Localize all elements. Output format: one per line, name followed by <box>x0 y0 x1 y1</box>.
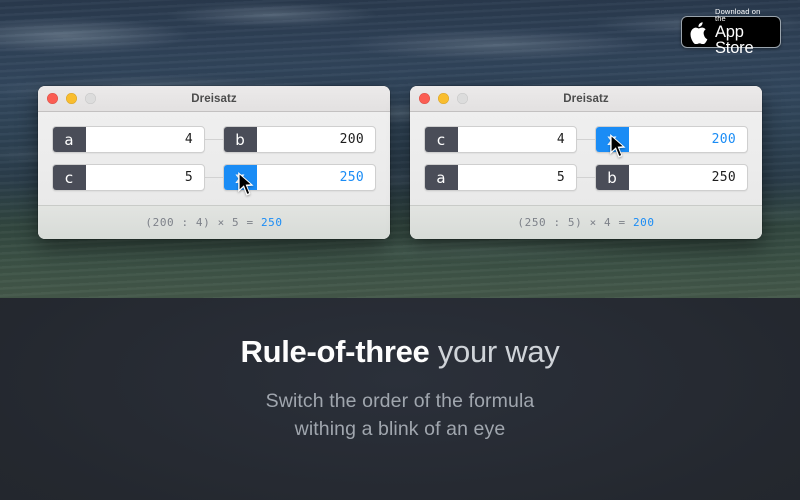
field-value-b[interactable]: 250 <box>629 165 747 190</box>
field-c[interactable]: c 5 <box>52 164 205 191</box>
field-a[interactable]: a 4 <box>52 126 205 153</box>
field-value-c[interactable]: 5 <box>86 165 204 190</box>
window-titlebar[interactable]: Dreisatz <box>410 86 762 112</box>
formula-readout: (200 : 4) × 5 = 250 <box>145 216 282 229</box>
formula-row-2: c 5 x 250 <box>52 164 376 191</box>
field-b[interactable]: b 250 <box>595 164 748 191</box>
field-label-x[interactable]: x <box>596 127 629 152</box>
window-body: a 4 b 200 c 5 x 250 <box>38 112 390 205</box>
window-title: Dreisatz <box>563 92 609 105</box>
headline-rest: your way <box>429 334 560 369</box>
field-label-a: a <box>53 127 86 152</box>
row-connector <box>205 139 223 140</box>
window-title: Dreisatz <box>191 92 237 105</box>
field-value-a[interactable]: 4 <box>86 127 204 152</box>
app-store-download-badge[interactable]: Download on the App Store <box>681 7 781 56</box>
field-value-a[interactable]: 5 <box>458 165 576 190</box>
field-label-c: c <box>425 127 458 152</box>
row-connector <box>577 177 595 178</box>
row-connector <box>205 177 223 178</box>
field-label-c: c <box>53 165 86 190</box>
field-x-solve[interactable]: x 250 <box>223 164 376 191</box>
field-b[interactable]: b 200 <box>223 126 376 153</box>
apple-logo-icon <box>690 21 708 44</box>
formula-readout: (250 : 5) × 4 = 200 <box>517 216 654 229</box>
field-value-x: 200 <box>711 132 736 147</box>
headline-bold: Rule-of-three <box>240 334 430 369</box>
window-titlebar[interactable]: Dreisatz <box>38 86 390 112</box>
field-value-c[interactable]: 4 <box>458 127 576 152</box>
badge-small-label: Download on the <box>715 6 761 23</box>
field-label-a: a <box>425 165 458 190</box>
marketing-subline: Switch the order of the formula withing … <box>0 388 800 443</box>
formula-row-2: a 5 b 250 <box>424 164 748 191</box>
formula-row-1: a 4 b 200 <box>52 126 376 153</box>
field-value-b[interactable]: 200 <box>257 127 375 152</box>
formula-result: 250 <box>260 216 283 229</box>
field-label-x[interactable]: x <box>224 165 257 190</box>
field-x-solve[interactable]: x 200 <box>595 126 748 153</box>
marketing-headline: Rule-of-three your way <box>0 334 800 369</box>
subline-line-2: withing a blink of an eye <box>294 417 506 440</box>
formula-result: 200 <box>632 216 655 229</box>
row-connector <box>577 139 595 140</box>
formula-expression: (250 : 5) × 4 = <box>517 216 633 229</box>
window-footer: (200 : 4) × 5 = 250 <box>38 205 390 239</box>
dreisatz-window-right[interactable]: Dreisatz c 4 x 200 a 5 b 250 (250: 5) ×… <box>410 86 762 239</box>
dreisatz-window-left[interactable]: Dreisatz a 4 b 200 c 5 x 250 (200: 4) ×… <box>38 86 390 239</box>
field-label-b: b <box>224 127 257 152</box>
screenshot-stage: Download on the App Store Dreisatz a 4 b <box>0 0 800 500</box>
formula-expression: (200 : 4) × 5 = <box>145 216 261 229</box>
field-a[interactable]: a 5 <box>424 164 577 191</box>
field-value-x: 250 <box>339 170 364 185</box>
field-c[interactable]: c 4 <box>424 126 577 153</box>
field-label-b: b <box>596 165 629 190</box>
badge-big-label: App Store <box>715 22 754 57</box>
window-footer: (250 : 5) × 4 = 200 <box>410 205 762 239</box>
subline-line-1: Switch the order of the formula <box>265 390 535 412</box>
window-body: c 4 x 200 a 5 b 250 <box>410 112 762 205</box>
formula-row-1: c 4 x 200 <box>424 126 748 153</box>
